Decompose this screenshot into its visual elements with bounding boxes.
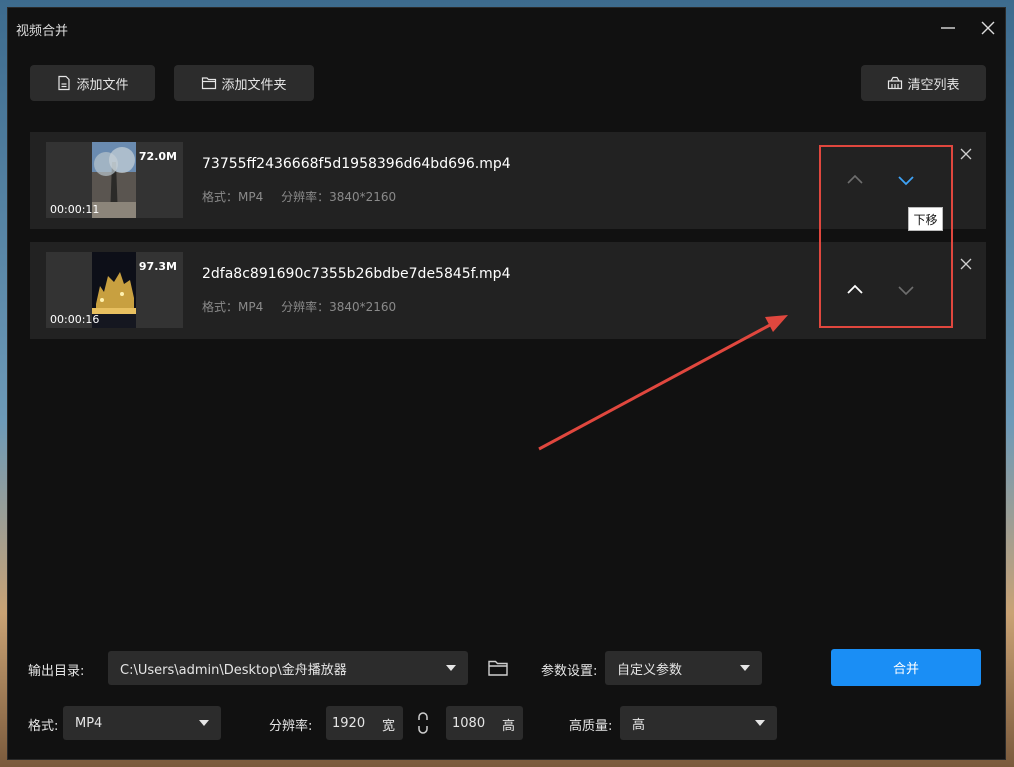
move-down-tooltip: 下移 <box>908 207 943 231</box>
video-duration: 00:00:11 <box>50 203 100 216</box>
video-merge-window: 视频合并 添加文件 添加文件夹 清空列表 72.0M 00:00:11 7375… <box>7 7 1006 760</box>
clear-list-label: 清空列表 <box>907 77 960 93</box>
width-unit: 宽 <box>381 719 395 734</box>
height-unit: 高 <box>501 719 515 734</box>
file-size: 72.0M <box>138 150 177 163</box>
format-value: MP4 <box>75 715 103 731</box>
move-up-button[interactable] <box>841 276 869 304</box>
width-value: 1920 <box>332 715 366 731</box>
chevron-down-icon <box>898 286 914 296</box>
height-value: 1080 <box>452 715 486 731</box>
video-duration: 00:00:16 <box>50 313 100 326</box>
resolution-label: 分辨率: <box>269 719 313 734</box>
file-size: 97.3M <box>138 260 177 273</box>
param-label: 参数设置: <box>541 664 598 679</box>
move-down-button[interactable] <box>892 276 920 304</box>
file-info: 格式：MP4 分辨率：3840*2160 <box>202 298 410 315</box>
remove-file-button[interactable] <box>958 256 974 272</box>
clear-icon <box>888 76 903 90</box>
param-select[interactable]: 自定义参数 <box>605 651 762 685</box>
window-title: 视频合并 <box>16 24 69 39</box>
move-down-button[interactable] <box>892 166 920 194</box>
close-window-button[interactable] <box>978 18 998 38</box>
title-bar: 视频合并 <box>8 8 1005 48</box>
file-resolution: 分辨率：3840*2160 <box>281 300 397 314</box>
height-input[interactable]: 1080 高 <box>446 706 523 740</box>
file-info: 格式：MP4 分辨率：3840*2160 <box>202 188 410 205</box>
file-format: 格式：MP4 <box>202 300 264 314</box>
caret-down-icon <box>755 720 765 726</box>
file-name: 73755ff2436668f5d1958396d64bd696.mp4 <box>202 156 511 172</box>
merge-button[interactable]: 合并 <box>831 649 981 686</box>
output-dir-value: C:\Users\admin\Desktop\金舟播放器 <box>120 662 347 678</box>
add-file-button[interactable]: 添加文件 <box>30 65 155 101</box>
output-dir-select[interactable]: C:\Users\admin\Desktop\金舟播放器 <box>108 651 468 685</box>
output-dir-label: 输出目录: <box>28 664 85 679</box>
aspect-link-button[interactable] <box>414 711 432 735</box>
quality-select[interactable]: 高 <box>620 706 777 740</box>
close-icon <box>960 258 972 270</box>
clear-list-button[interactable]: 清空列表 <box>861 65 986 101</box>
folder-icon <box>202 77 217 90</box>
quality-label: 高质量: <box>569 719 613 734</box>
file-resolution: 分辨率：3840*2160 <box>281 190 397 204</box>
file-format: 格式：MP4 <box>202 190 264 204</box>
folder-icon <box>488 660 508 676</box>
param-value: 自定义参数 <box>617 662 683 678</box>
chevron-up-icon <box>847 284 863 294</box>
minimize-icon <box>941 27 955 29</box>
caret-down-icon <box>740 665 750 671</box>
file-list-item[interactable]: 97.3M 00:00:16 2dfa8c891690c7355b26bdbe7… <box>30 242 986 339</box>
caret-down-icon <box>446 665 456 671</box>
close-icon <box>981 21 995 35</box>
width-input[interactable]: 1920 宽 <box>326 706 403 740</box>
format-label: 格式: <box>28 719 59 734</box>
chevron-up-icon <box>847 174 863 184</box>
chevron-down-icon <box>898 176 914 186</box>
video-thumbnail: 97.3M 00:00:16 <box>46 252 183 328</box>
add-folder-label: 添加文件夹 <box>221 77 287 93</box>
quality-value: 高 <box>632 717 646 733</box>
file-list-item[interactable]: 72.0M 00:00:11 73755ff2436668f5d1958396d… <box>30 132 986 229</box>
browse-folder-button[interactable] <box>487 657 509 679</box>
move-up-button[interactable] <box>841 166 869 194</box>
format-select[interactable]: MP4 <box>63 706 221 740</box>
video-thumbnail: 72.0M 00:00:11 <box>46 142 183 218</box>
remove-file-button[interactable] <box>958 146 974 162</box>
add-file-label: 添加文件 <box>76 77 129 93</box>
file-icon <box>58 75 71 91</box>
file-name: 2dfa8c891690c7355b26bdbe7de5845f.mp4 <box>202 266 511 282</box>
caret-down-icon <box>199 720 209 726</box>
add-folder-button[interactable]: 添加文件夹 <box>174 65 314 101</box>
close-icon <box>960 148 972 160</box>
minimize-button[interactable] <box>938 18 958 38</box>
link-icon <box>418 712 428 734</box>
